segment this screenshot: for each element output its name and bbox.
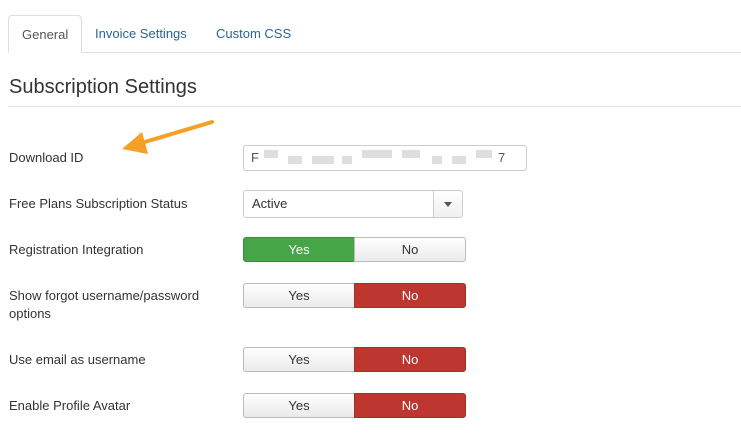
free-plans-status-label: Free Plans Subscription Status — [9, 196, 188, 211]
free-plans-status-value: Active — [252, 196, 288, 211]
profile-avatar-toggle: Yes No — [243, 393, 466, 418]
show-forgot-label: Show forgot username/password options — [9, 288, 200, 321]
redaction-mask — [432, 156, 442, 164]
use-email-label: Use email as username — [9, 352, 146, 367]
redaction-mask — [362, 150, 392, 158]
use-email-toggle: Yes No — [243, 347, 466, 372]
tab-custom-css[interactable]: Custom CSS — [203, 15, 304, 52]
section-divider — [8, 106, 741, 107]
tab-invoice-settings[interactable]: Invoice Settings — [82, 15, 200, 52]
download-id-value-end: 7 — [498, 150, 506, 165]
tab-general[interactable]: General — [8, 15, 83, 53]
show-forgot-toggle: Yes No — [243, 283, 466, 308]
registration-integration-yes[interactable]: Yes — [243, 237, 355, 262]
use-email-yes[interactable]: Yes — [243, 347, 355, 372]
settings-tabs: General Invoice Settings Custom CSS — [8, 15, 741, 53]
free-plans-status-select[interactable]: Active — [243, 190, 463, 218]
redaction-mask — [288, 156, 302, 164]
show-forgot-yes[interactable]: Yes — [243, 283, 355, 308]
chevron-down-icon — [444, 202, 452, 207]
registration-integration-label: Registration Integration — [9, 242, 144, 257]
redaction-mask — [452, 156, 466, 164]
redaction-mask — [476, 150, 492, 158]
redaction-mask — [342, 156, 352, 164]
use-email-no[interactable]: No — [354, 347, 466, 372]
profile-avatar-label: Enable Profile Avatar — [9, 398, 131, 413]
show-forgot-no[interactable]: No — [354, 283, 466, 308]
profile-avatar-yes[interactable]: Yes — [243, 393, 355, 418]
arrow-annotation-icon — [122, 120, 214, 154]
select-dropdown-button[interactable] — [433, 191, 462, 217]
redaction-mask — [264, 150, 278, 158]
profile-avatar-no[interactable]: No — [354, 393, 466, 418]
registration-integration-no[interactable]: No — [354, 237, 466, 262]
section-title: Subscription Settings — [9, 76, 197, 98]
download-id-input[interactable]: F 7 — [243, 145, 527, 171]
download-id-value-start: F — [251, 150, 259, 165]
registration-integration-toggle: Yes No — [243, 237, 466, 262]
download-id-label: Download ID — [9, 150, 84, 165]
redaction-mask — [312, 156, 334, 164]
redaction-mask — [402, 150, 420, 158]
